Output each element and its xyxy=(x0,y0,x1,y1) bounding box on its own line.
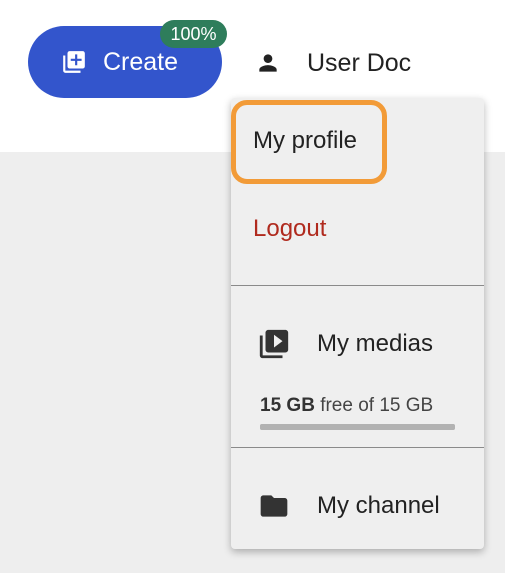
upload-progress-badge: 100% xyxy=(160,20,227,48)
storage-progress-fill xyxy=(260,424,455,430)
storage-usage-text: 15 GB free of 15 GB xyxy=(260,395,433,417)
menu-item-my-profile[interactable]: My profile xyxy=(231,100,484,184)
person-icon xyxy=(255,50,281,76)
storage-used: 15 GB xyxy=(260,395,315,416)
my-medias-label: My medias xyxy=(317,330,434,357)
folder-icon xyxy=(256,490,292,522)
create-button-label: Create xyxy=(103,47,179,76)
menu-item-logout[interactable]: Logout xyxy=(231,198,484,258)
add-to-queue-icon xyxy=(61,49,87,75)
storage-total: free of 15 GB xyxy=(320,395,434,416)
user-name: User Doc xyxy=(307,48,412,77)
user-menu-trigger[interactable]: User Doc xyxy=(255,44,411,82)
my-channel-label: My channel xyxy=(317,492,440,519)
menu-divider xyxy=(231,285,484,286)
menu-item-my-channel[interactable]: My channel xyxy=(231,478,484,534)
my-profile-label: My profile xyxy=(253,127,358,154)
menu-divider xyxy=(231,447,484,448)
user-dropdown-menu: My profile Logout My medias 15 GB free o… xyxy=(231,98,484,549)
video-library-icon xyxy=(256,327,292,361)
logout-label: Logout xyxy=(253,215,327,242)
storage-progress-bar xyxy=(260,424,455,430)
menu-item-my-medias[interactable]: My medias xyxy=(231,316,484,372)
